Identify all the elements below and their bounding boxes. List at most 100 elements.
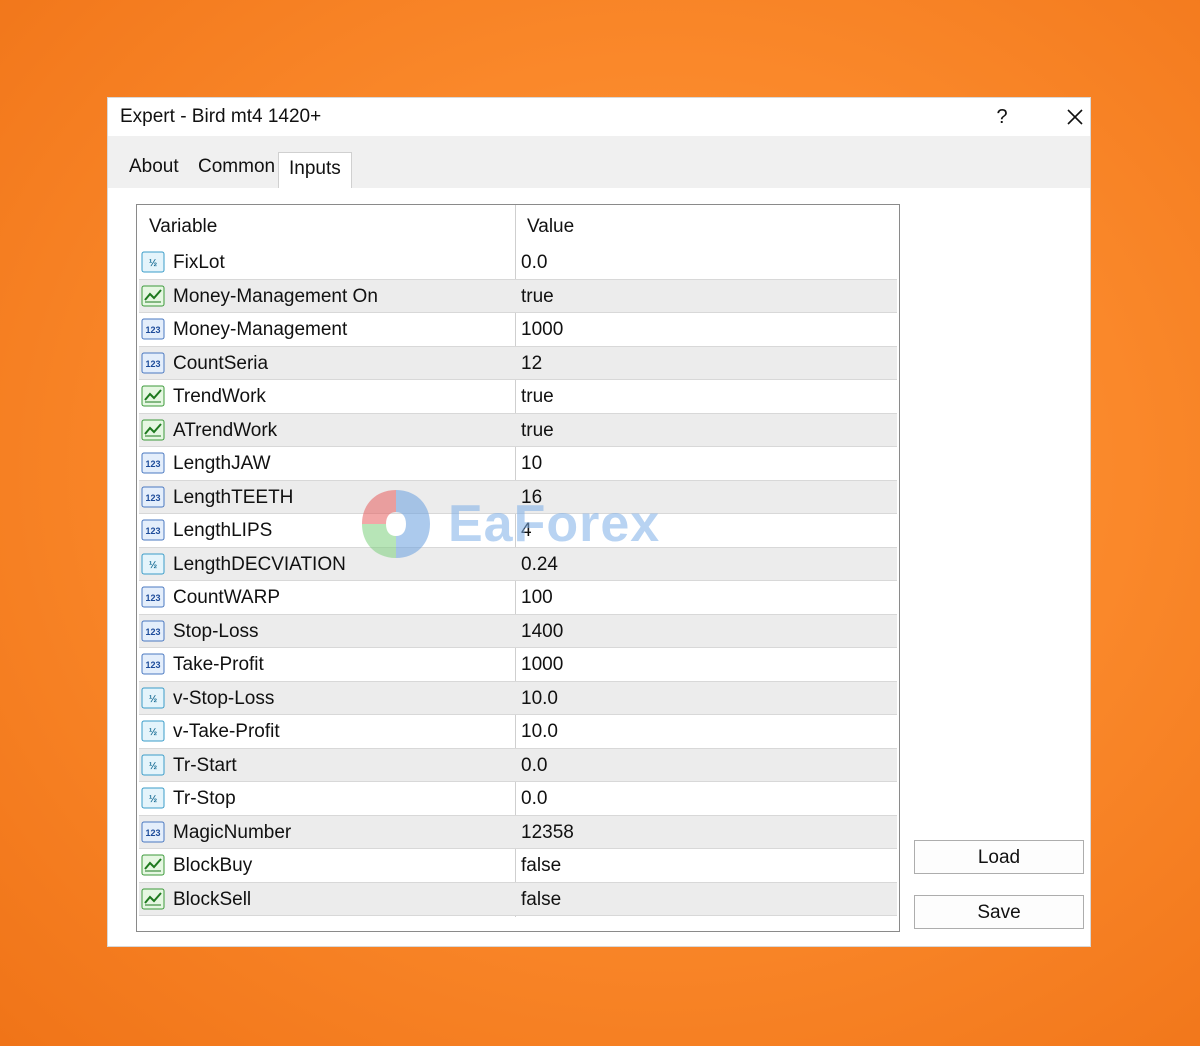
variable-value[interactable]: 16 — [521, 487, 542, 509]
variable-value[interactable]: 0.0 — [521, 788, 547, 810]
inputs-panel: Variable Value ½ FixLot 0.0 Money-Managemen… — [108, 188, 1090, 946]
variable-name: v-Stop-Loss — [173, 687, 275, 709]
variable-name: ATrendWork — [173, 419, 278, 441]
table-row[interactable]: 123 Stop-Loss 1400 — [139, 614, 897, 648]
close-button[interactable] — [1060, 102, 1090, 132]
int-type-icon: 123 — [141, 821, 165, 843]
title-bar: Expert - Bird mt4 1420+ ? — [108, 98, 1090, 136]
variable-value[interactable]: 12358 — [521, 822, 574, 844]
window-title: Expert - Bird mt4 1420+ — [120, 106, 322, 127]
variable-value[interactable]: true — [521, 286, 554, 308]
variable-name: BlockSell — [173, 888, 252, 910]
svg-text:½: ½ — [149, 258, 157, 269]
table-row[interactable]: 123 LengthJAW 10 — [139, 447, 897, 481]
svg-text:½: ½ — [149, 727, 157, 738]
variable-value[interactable]: 0.24 — [521, 554, 558, 576]
svg-text:123: 123 — [145, 325, 160, 335]
column-header-variable[interactable]: Variable — [149, 216, 217, 238]
bool-type-icon — [141, 854, 165, 876]
tab-strip: About Common Inputs — [108, 136, 1090, 189]
variable-value[interactable]: 1000 — [521, 319, 563, 341]
variable-value[interactable]: false — [521, 889, 561, 911]
variable-value[interactable]: true — [521, 420, 554, 442]
help-button[interactable]: ? — [988, 102, 1016, 132]
svg-text:123: 123 — [145, 459, 160, 469]
table-row[interactable]: 123 CountSeria 12 — [139, 346, 897, 380]
inputs-grid: Variable Value ½ FixLot 0.0 Money-Managemen… — [136, 204, 900, 932]
variable-name: MagicNumber — [173, 821, 292, 843]
table-row[interactable]: 123 Take-Profit 1000 — [139, 648, 897, 682]
double-type-icon: ½ — [141, 754, 165, 776]
int-type-icon: 123 — [141, 620, 165, 642]
variable-value[interactable]: 10 — [521, 453, 542, 475]
variable-name: Take-Profit — [173, 654, 264, 675]
variable-name: v-Take-Profit — [173, 721, 280, 742]
int-type-icon: 123 — [141, 653, 165, 675]
variable-value[interactable]: 0.0 — [521, 252, 547, 274]
tab-about[interactable]: About — [129, 156, 179, 178]
svg-text:123: 123 — [145, 828, 160, 838]
svg-text:½: ½ — [149, 560, 157, 571]
variable-name: BlockBuy — [173, 855, 253, 876]
int-type-icon: 123 — [141, 318, 165, 340]
variable-name: LengthJAW — [173, 453, 271, 474]
variable-name: LengthDECVIATION — [173, 553, 346, 575]
table-row[interactable]: ½ Tr-Stop 0.0 — [139, 782, 897, 816]
variable-value[interactable]: true — [521, 386, 554, 408]
table-row[interactable]: BlockSell false — [139, 882, 897, 916]
grid-rows: ½ FixLot 0.0 Money-Management On true 123 Mone… — [139, 246, 897, 916]
variable-name: Money-Management — [173, 319, 348, 340]
table-row[interactable]: ½ LengthDECVIATION 0.24 — [139, 547, 897, 581]
bool-type-icon — [141, 285, 165, 307]
variable-value[interactable]: 10.0 — [521, 721, 558, 743]
variable-value[interactable]: false — [521, 855, 561, 877]
table-row[interactable]: Money-Management On true — [139, 279, 897, 313]
expert-properties-dialog: Expert - Bird mt4 1420+ ? About Common I… — [108, 98, 1090, 946]
svg-text:½: ½ — [149, 761, 157, 772]
table-row[interactable]: TrendWork true — [139, 380, 897, 414]
variable-value[interactable]: 1000 — [521, 654, 563, 676]
variable-name: TrendWork — [173, 386, 266, 407]
int-type-icon: 123 — [141, 586, 165, 608]
variable-value[interactable]: 12 — [521, 353, 542, 375]
int-type-icon: 123 — [141, 352, 165, 374]
variable-value[interactable]: 0.0 — [521, 755, 547, 777]
svg-text:123: 123 — [145, 493, 160, 503]
table-row[interactable]: BlockBuy false — [139, 849, 897, 883]
svg-text:½: ½ — [149, 694, 157, 705]
variable-value[interactable]: 4 — [521, 520, 532, 542]
variable-name: CountSeria — [173, 352, 269, 374]
save-button[interactable]: Save — [914, 895, 1084, 929]
column-header-value[interactable]: Value — [527, 216, 574, 238]
table-row[interactable]: ½ FixLot 0.0 — [139, 246, 897, 280]
table-row[interactable]: ½ Tr-Start 0.0 — [139, 748, 897, 782]
variable-value[interactable]: 100 — [521, 587, 553, 609]
variable-name: Tr-Stop — [173, 788, 236, 809]
variable-value[interactable]: 1400 — [521, 621, 563, 643]
table-row[interactable]: ½ v-Take-Profit 10.0 — [139, 715, 897, 749]
load-button[interactable]: Load — [914, 840, 1084, 874]
table-row[interactable]: ATrendWork true — [139, 413, 897, 447]
variable-name: FixLot — [173, 252, 225, 273]
table-row[interactable]: 123 MagicNumber 12358 — [139, 815, 897, 849]
int-type-icon: 123 — [141, 452, 165, 474]
table-row[interactable]: 123 CountWARP 100 — [139, 581, 897, 615]
table-row[interactable]: ½ v-Stop-Loss 10.0 — [139, 681, 897, 715]
tab-inputs[interactable]: Inputs — [278, 152, 352, 189]
bool-type-icon — [141, 419, 165, 441]
variable-name: CountWARP — [173, 587, 280, 608]
int-type-icon: 123 — [141, 519, 165, 541]
variable-value[interactable]: 10.0 — [521, 688, 558, 710]
variable-name: LengthLIPS — [173, 520, 273, 541]
tab-common[interactable]: Common — [198, 156, 275, 178]
svg-text:½: ½ — [149, 794, 157, 805]
bool-type-icon — [141, 888, 165, 910]
close-icon — [1067, 109, 1083, 125]
double-type-icon: ½ — [141, 787, 165, 809]
variable-name: LengthTEETH — [173, 486, 294, 508]
variable-name: Stop-Loss — [173, 620, 259, 642]
grid-header: Variable Value — [137, 205, 899, 245]
table-row[interactable]: 123 Money-Management 1000 — [139, 313, 897, 347]
table-row[interactable]: 123 LengthLIPS 4 — [139, 514, 897, 548]
table-row[interactable]: 123 LengthTEETH 16 — [139, 480, 897, 514]
